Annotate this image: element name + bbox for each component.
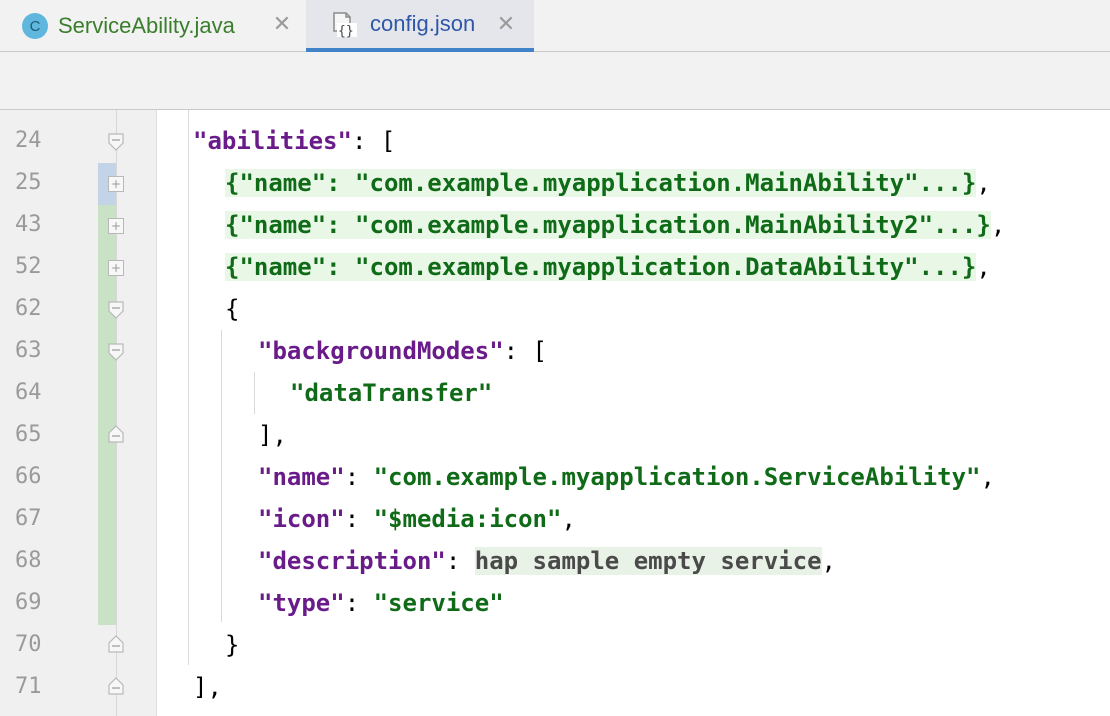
line-number: 43 [15, 212, 42, 237]
code-line[interactable]: 69 "type": "service" [0, 582, 1110, 624]
fold-open-icon[interactable] [107, 300, 124, 319]
fold-expand-icon[interactable]: + [108, 176, 124, 192]
code-text: "backgroundModes": [ [258, 337, 547, 365]
line-number: 52 [15, 254, 42, 279]
code-line[interactable]: 24 "abilities": [ [0, 120, 1110, 162]
tab-label: ServiceAbility.java [58, 13, 235, 38]
fold-expand-icon[interactable]: + [108, 218, 124, 234]
code-line[interactable]: 68 "description": hap sample empty servi… [0, 540, 1110, 582]
code-text: } [225, 631, 240, 659]
fold-open-icon[interactable] [107, 342, 124, 361]
line-number: 66 [15, 464, 42, 489]
tab-service-ability-java[interactable]: C ServiceAbility.java ✕ [0, 0, 304, 52]
code-text: ], [258, 421, 287, 449]
code-line[interactable]: 64 "dataTransfer" [0, 372, 1110, 414]
folded-region: {"name": "com.example.myapplication.Main… [225, 169, 977, 197]
code-line[interactable]: 71 ], [0, 666, 1110, 708]
fold-open-icon[interactable] [107, 132, 124, 151]
close-icon[interactable]: ✕ [494, 13, 518, 37]
code-text: {"name": "com.example.myapplication.Main… [225, 169, 991, 197]
code-line[interactable]: 63 "backgroundModes": [ [0, 330, 1110, 372]
code-line[interactable]: 67 "icon": "$media:icon", [0, 498, 1110, 540]
code-text: "description": hap sample empty service, [258, 547, 836, 575]
folded-string-value: hap sample empty service [474, 547, 822, 575]
code-text: "name": "com.example.myapplication.Servi… [258, 463, 995, 491]
line-number: 68 [15, 548, 42, 573]
code-line[interactable]: 62 { [0, 288, 1110, 330]
code-text: "dataTransfer" [290, 379, 493, 407]
line-number: 64 [15, 380, 42, 405]
tab-label: config.json [370, 11, 476, 36]
code-line[interactable]: 66 "name": "com.example.myapplication.Se… [0, 456, 1110, 498]
fold-end-icon[interactable] [107, 676, 124, 695]
code-line[interactable]: 65 ], [0, 414, 1110, 456]
editor-tab-bar: C ServiceAbility.java ✕ {} config.json ✕ [0, 0, 1110, 52]
line-number: 69 [15, 590, 42, 615]
fold-end-icon[interactable] [107, 634, 124, 653]
editor-toolbar [0, 52, 1110, 110]
line-number: 65 [15, 422, 42, 447]
tab-config-json[interactable]: {} config.json ✕ [306, 0, 534, 52]
code-line[interactable]: 70 } [0, 624, 1110, 666]
line-number: 63 [15, 338, 42, 363]
code-text: {"name": "com.example.myapplication.Data… [225, 253, 991, 281]
line-number: 25 [15, 170, 42, 195]
line-number: 24 [15, 128, 42, 153]
code-text: { [225, 295, 240, 323]
line-number: 62 [15, 296, 42, 321]
code-line[interactable]: 25 + {"name": "com.example.myapplication… [0, 162, 1110, 204]
code-text: {"name": "com.example.myapplication.Main… [225, 211, 1006, 239]
code-text: ], [193, 673, 222, 701]
code-text: "icon": "$media:icon", [258, 505, 576, 533]
line-number: 71 [15, 674, 42, 699]
code-line[interactable]: 52 + {"name": "com.example.myapplication… [0, 246, 1110, 288]
code-line[interactable]: 43 + {"name": "com.example.myapplication… [0, 204, 1110, 246]
code-text: "abilities": [ [193, 127, 396, 155]
java-class-icon: C [22, 13, 48, 39]
fold-end-icon[interactable] [107, 424, 124, 443]
folded-region: {"name": "com.example.myapplication.Main… [225, 211, 991, 239]
json-file-icon: {} [330, 11, 360, 39]
line-number: 70 [15, 632, 42, 657]
fold-expand-icon[interactable]: + [108, 260, 124, 276]
close-icon[interactable]: ✕ [270, 13, 294, 37]
folded-region: {"name": "com.example.myapplication.Data… [225, 253, 977, 281]
code-text: "type": "service" [258, 589, 504, 617]
svg-text:{}: {} [338, 24, 354, 39]
line-number: 67 [15, 506, 42, 531]
